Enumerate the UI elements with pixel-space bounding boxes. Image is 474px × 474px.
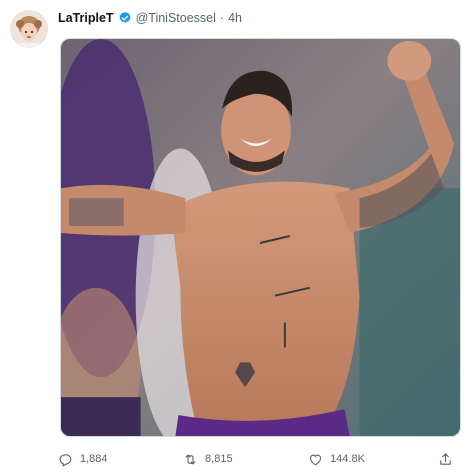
reply-count: 1,884 [80,453,108,465]
like-button[interactable]: 144.8K [308,452,365,467]
share-button[interactable] [438,452,458,467]
like-icon [308,452,323,467]
retweet-count: 8,815 [205,453,233,465]
reply-icon [58,452,73,467]
user-handle[interactable]: @TiniStoessel [136,11,216,25]
tweet-timestamp[interactable]: 4h [228,11,242,25]
tweet-photo[interactable] [60,38,461,437]
like-count: 144.8K [330,453,365,465]
avatar[interactable] [10,10,48,48]
share-icon [438,452,453,467]
tweet-header: LaTripleT @TiniStoessel · 4h [58,9,242,27]
avatar-image [10,10,48,48]
display-name[interactable]: LaTripleT [58,11,114,25]
retweet-icon [183,452,198,467]
reply-button[interactable]: 1,884 [58,452,110,467]
retweet-button[interactable]: 8,815 [183,452,235,467]
photo-image [61,39,460,436]
tweet-actions: 1,884 8,815 144.8K [58,449,458,469]
tweet-card[interactable]: LaTripleT @TiniStoessel · 4h 1,884 8,815… [0,0,474,474]
verified-badge-icon [118,11,132,25]
header-separator: · [219,11,225,25]
